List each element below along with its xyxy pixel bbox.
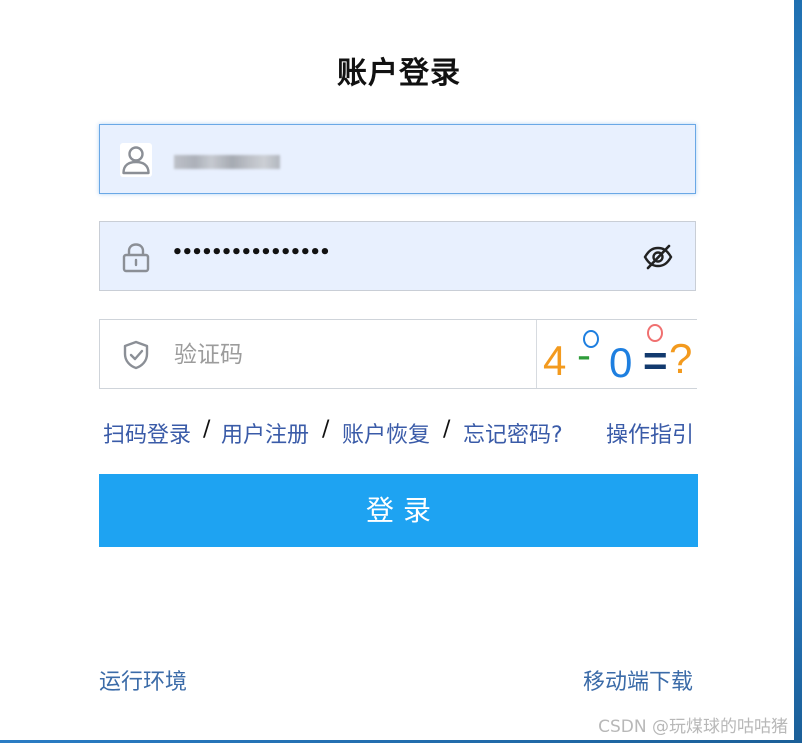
login-button[interactable]: 登 录 — [99, 474, 698, 547]
guide-link[interactable]: 操作指引 — [606, 417, 694, 449]
captcha-char: ? — [669, 335, 693, 382]
username-value-blurred — [174, 155, 280, 169]
captcha-field[interactable]: 4 - 0 = ? — [99, 319, 697, 389]
page-title: 账户登录 — [337, 56, 461, 91]
captcha-noise-ring — [647, 324, 663, 342]
captcha-image[interactable]: 4 - 0 = ? — [536, 320, 697, 388]
captcha-char: 4 — [543, 337, 567, 384]
password-field[interactable]: •••••••••••••••• — [99, 221, 696, 291]
link-separator: / — [443, 417, 451, 442]
runtime-env-link[interactable]: 运行环境 — [99, 664, 187, 696]
window-edge-decoration — [794, 0, 802, 743]
lock-icon — [120, 241, 152, 273]
captcha-input[interactable] — [172, 337, 516, 373]
password-value: •••••••••••••••• — [172, 242, 330, 263]
username-field[interactable] — [99, 124, 696, 194]
eye-off-icon[interactable] — [643, 244, 673, 270]
link-separator: / — [322, 417, 330, 442]
captcha-char: = — [643, 337, 668, 384]
user-icon — [120, 143, 152, 177]
captcha-noise-ring — [583, 330, 599, 348]
link-separator: / — [203, 417, 211, 442]
account-recover-link[interactable]: 账户恢复 — [342, 417, 430, 449]
scan-login-link[interactable]: 扫码登录 — [103, 417, 191, 449]
auth-links-row: 扫码登录 / 用户注册 / 账户恢复 / 忘记密码? 操作指引 — [103, 417, 697, 451]
forgot-password-link[interactable]: 忘记密码? — [463, 417, 563, 449]
watermark: CSDN @玩煤球的咕咕猪 — [598, 717, 788, 737]
captcha-char: 0 — [609, 339, 633, 386]
shield-check-icon — [120, 339, 152, 371]
mobile-download-link[interactable]: 移动端下载 — [583, 664, 693, 696]
register-link[interactable]: 用户注册 — [221, 417, 309, 449]
